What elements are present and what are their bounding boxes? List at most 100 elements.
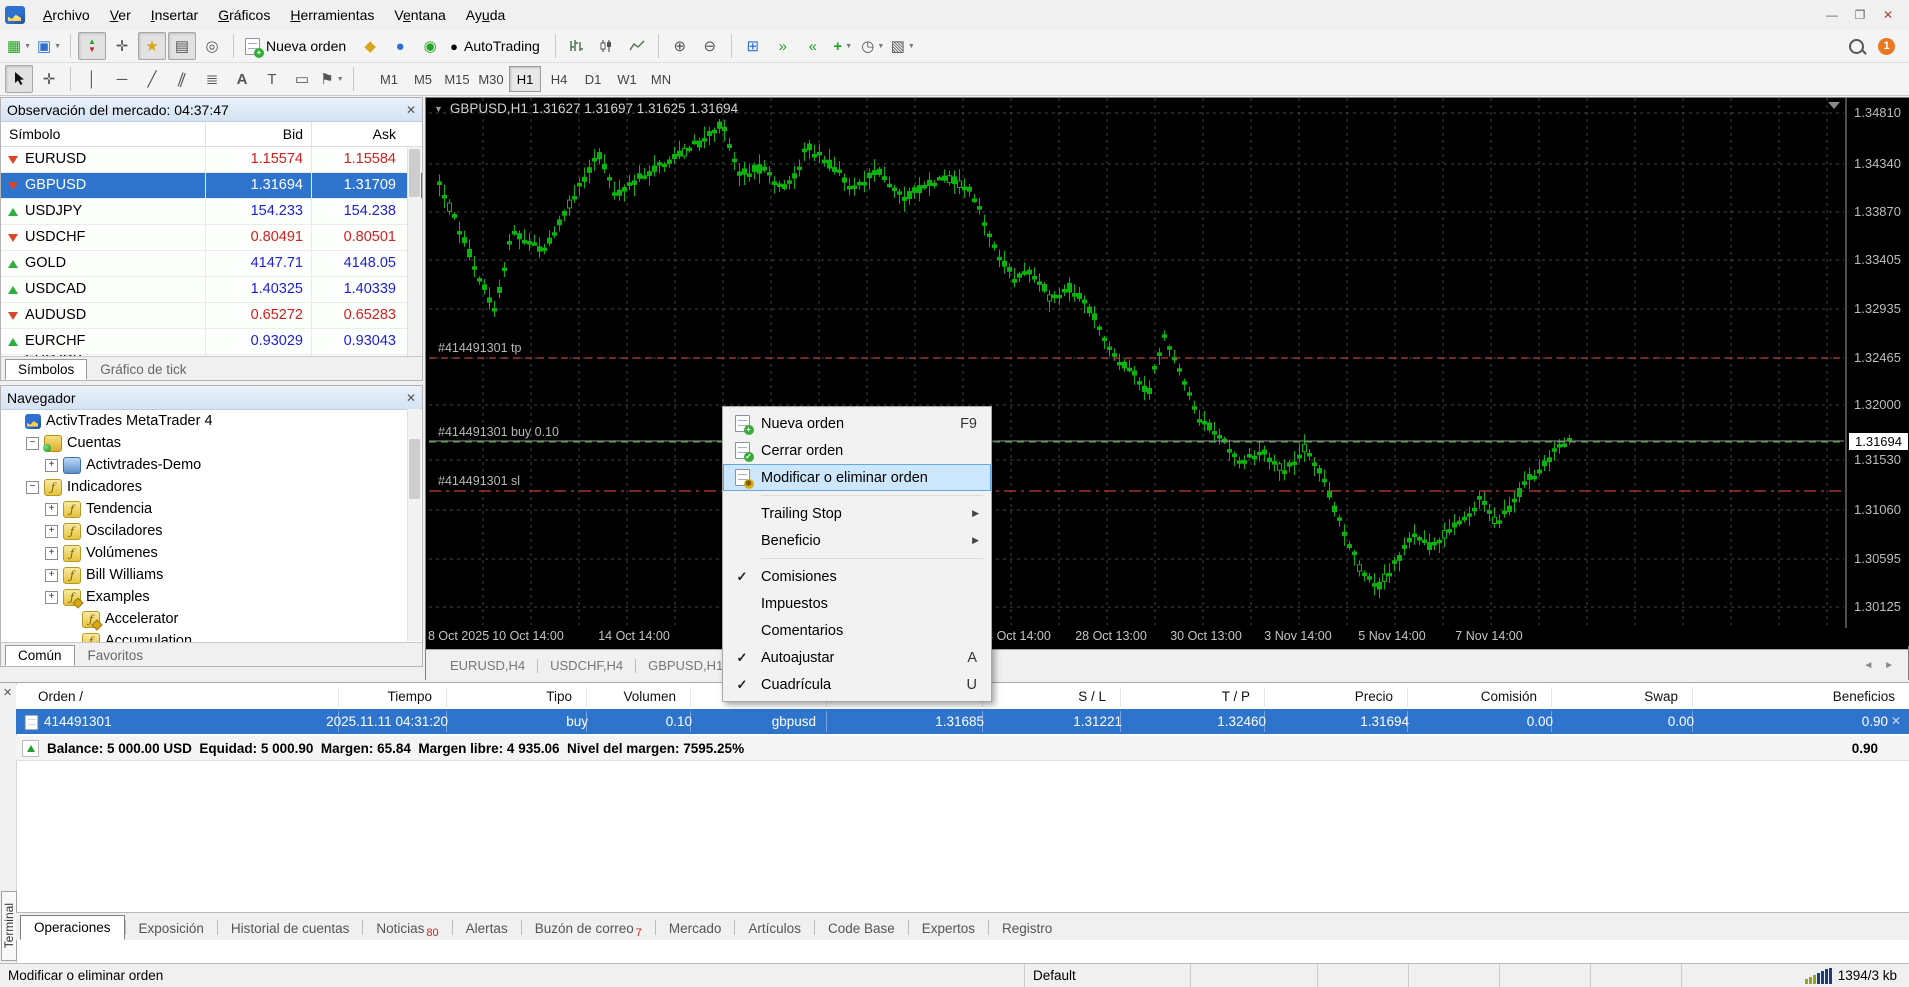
menu-ayuda[interactable]: Ayuda — [456, 3, 515, 27]
column-s-l[interactable]: S / L — [1078, 685, 1106, 709]
timeframe-mn[interactable]: MN — [645, 66, 677, 92]
vertical-line-tool[interactable]: │ — [78, 65, 106, 93]
timeframe-m30[interactable]: M30 — [475, 66, 507, 92]
menu-ver[interactable]: Ver — [100, 3, 141, 27]
arrows-tool[interactable]: ⚑▼ — [318, 65, 346, 93]
market-watch-toggle[interactable]: ▲▼ — [78, 32, 106, 60]
navigator-tab-favoritos[interactable]: Favoritos — [75, 645, 157, 666]
chart-window[interactable]: ▼ GBPUSD,H1 1.31627 1.31697 1.31625 1.31… — [425, 97, 1909, 680]
tree-expand-icon[interactable]: + — [45, 459, 58, 472]
tile-windows-button[interactable]: ⊞ — [739, 32, 767, 60]
nav-item-osciladores[interactable]: +ƒOsciladores — [1, 520, 422, 542]
terminal-close-icon[interactable]: ✕ — [3, 686, 12, 699]
text-tool[interactable]: A — [228, 65, 256, 93]
menu-gráficos[interactable]: Gráficos — [208, 3, 280, 27]
market-row-gbpusd[interactable]: GBPUSD1.316941.31709 — [1, 173, 422, 199]
autotrading-button[interactable]: ● AutoTrading — [445, 31, 549, 61]
market-row-gold[interactable]: GOLD4147.714148.05 — [1, 251, 422, 277]
column-orden-[interactable]: Orden / — [38, 685, 83, 709]
periods-button[interactable]: ◷▼ — [859, 32, 887, 60]
market-row-usdjpy[interactable]: USDJPY154.233154.238 — [1, 199, 422, 225]
order-row[interactable]: ✕ 4144913012025.11.11 04:31:20buy0.10gbp… — [16, 709, 1909, 734]
terminal-toggle[interactable]: ▤ — [168, 32, 196, 60]
metaeditor-button[interactable]: ◆ — [356, 32, 384, 60]
candlestick-button[interactable] — [593, 32, 621, 60]
close-order-icon[interactable]: ✕ — [1891, 709, 1901, 734]
indicators-button[interactable]: +▼ — [829, 32, 857, 60]
restore-button[interactable]: ❐ — [1849, 8, 1871, 22]
column-comisi-n[interactable]: Comisión — [1481, 685, 1537, 709]
line-chart-button[interactable] — [623, 32, 651, 60]
search-icon[interactable] — [1849, 39, 1864, 54]
timeframe-d1[interactable]: D1 — [577, 66, 609, 92]
column-t-p[interactable]: T / P — [1222, 685, 1250, 709]
shapes-tool[interactable]: ▭ — [288, 65, 316, 93]
context-menu-item-nueva-orden[interactable]: +Nueva ordenF9 — [723, 410, 991, 437]
timeframe-w1[interactable]: W1 — [611, 66, 643, 92]
tree-expand-icon[interactable]: + — [45, 591, 58, 604]
cursor-tool[interactable] — [5, 65, 33, 93]
nav-item-activtrades-demo[interactable]: +Activtrades-Demo — [1, 454, 422, 476]
auto-scroll-button[interactable]: » — [769, 32, 797, 60]
context-menu-item-autoajustar[interactable]: ✓AutoajustarA — [723, 644, 991, 671]
terminal-tab-operaciones[interactable]: Operaciones — [20, 915, 125, 940]
strategy-tester-button[interactable]: ◎ — [198, 32, 226, 60]
terminal-vertical-tab[interactable]: Terminal — [1, 891, 17, 961]
new-order-button[interactable]: + Nueva orden — [240, 31, 355, 61]
candlestick-chart[interactable] — [426, 98, 1909, 646]
tree-collapse-icon[interactable]: − — [26, 481, 39, 494]
data-window-button[interactable]: ✛ — [108, 32, 136, 60]
menu-ventana[interactable]: Ventana — [384, 3, 455, 27]
nav-item-volúmenes[interactable]: +ƒVolúmenes — [1, 542, 422, 564]
status-profile[interactable]: Default — [1025, 964, 1191, 987]
menu-herramientas[interactable]: Herramientas — [280, 3, 384, 27]
tree-expand-icon[interactable]: + — [45, 569, 58, 582]
terminal-tab-noticias[interactable]: Noticias80 — [363, 917, 451, 940]
channel-tool[interactable]: ∥ — [164, 61, 200, 97]
chart-tab-scroll-arrows[interactable]: ◄ ► — [1863, 660, 1908, 671]
market-watch-tab-símbolos[interactable]: Símbolos — [5, 359, 87, 380]
column-beneficios[interactable]: Beneficios — [1833, 685, 1895, 709]
terminal-tab-art-culos[interactable]: Artículos — [735, 917, 814, 940]
online-library-button[interactable]: ◉ — [416, 32, 444, 60]
nav-item-bill-williams[interactable]: +ƒBill Williams — [1, 564, 422, 586]
tree-expand-icon[interactable]: + — [45, 525, 58, 538]
tree-expand-icon[interactable]: + — [45, 547, 58, 560]
chart-tab-gbpusd-h1[interactable]: GBPUSD,H1 — [636, 655, 735, 676]
notifications-badge[interactable]: 1 — [1878, 38, 1895, 55]
context-menu-item-cuadrícula[interactable]: ✓CuadrículaU — [723, 671, 991, 698]
column-bid[interactable]: Bid — [206, 122, 312, 146]
chart-shift-button[interactable]: « — [799, 32, 827, 60]
timeframe-h4[interactable]: H4 — [543, 66, 575, 92]
terminal-tab-alertas[interactable]: Alertas — [453, 917, 521, 940]
context-menu-item-comisiones[interactable]: ✓Comisiones — [723, 563, 991, 590]
bar-chart-button[interactable] — [563, 32, 591, 60]
nav-item-cuentas[interactable]: −Cuentas — [1, 432, 422, 454]
text-label-tool[interactable]: T — [258, 65, 286, 93]
tree-collapse-icon[interactable]: − — [26, 437, 39, 450]
terminal-tab-registro[interactable]: Registro — [989, 917, 1065, 940]
terminal-tab-code-base[interactable]: Code Base — [815, 917, 908, 940]
column-tiempo[interactable]: Tiempo — [387, 685, 432, 709]
context-menu-item-comentarios[interactable]: Comentarios — [723, 617, 991, 644]
nav-item-tendencia[interactable]: +ƒTendencia — [1, 498, 422, 520]
market-watch-close-icon[interactable]: ✕ — [406, 103, 416, 117]
column-symbol[interactable]: Símbolo — [1, 122, 206, 146]
timeframe-h1[interactable]: H1 — [509, 66, 541, 92]
close-button[interactable]: ✕ — [1877, 8, 1899, 22]
nav-item-accelerator[interactable]: ƒAccelerator — [1, 608, 422, 630]
templates-button[interactable]: ▧▼ — [889, 32, 917, 60]
column-swap[interactable]: Swap — [1644, 685, 1678, 709]
nav-item-accumulation[interactable]: ƒAccumulation — [1, 630, 422, 642]
zoom-out-button[interactable]: ⊖ — [696, 32, 724, 60]
terminal-tab-buz-n-de-correo[interactable]: Buzón de correo7 — [522, 917, 655, 940]
crosshair-tool[interactable]: ✛ — [35, 65, 63, 93]
navigator-tab-común[interactable]: Común — [5, 645, 75, 666]
market-row-usdchf[interactable]: USDCHF0.804910.80501 — [1, 225, 422, 251]
terminal-tab-historial-de-cuentas[interactable]: Historial de cuentas — [218, 917, 363, 940]
context-menu-item-cerrar-orden[interactable]: ✓Cerrar orden — [723, 437, 991, 464]
terminal-tab-expertos[interactable]: Expertos — [909, 917, 988, 940]
navigator-close-icon[interactable]: ✕ — [406, 391, 416, 405]
context-menu-item-impuestos[interactable]: Impuestos — [723, 590, 991, 617]
timeframe-m15[interactable]: M15 — [441, 66, 473, 92]
